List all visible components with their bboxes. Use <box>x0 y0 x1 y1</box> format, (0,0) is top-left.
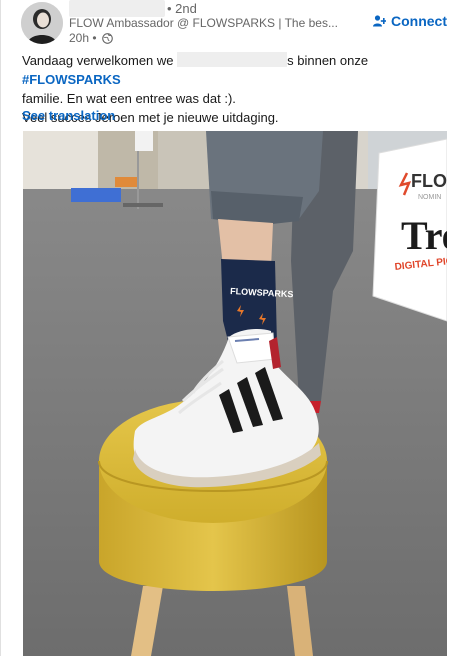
avatar-photo <box>21 2 63 44</box>
post-text-line2: familie. En wat een entree was dat :). <box>22 91 236 106</box>
redacted-name <box>177 52 288 67</box>
see-translation-link[interactable]: See translation <box>22 108 115 123</box>
author-avatar[interactable] <box>21 2 63 44</box>
post-photo[interactable]: FLO NOMIN Tre DIGITAL PIONEER FLOWSPARKS <box>23 131 447 656</box>
globe-icon <box>101 32 113 44</box>
post-text-line1b: s binnen onze <box>287 53 369 68</box>
post-time: 20h • <box>69 31 97 45</box>
connect-label: Connect <box>391 13 447 29</box>
add-person-icon <box>373 15 386 27</box>
author-name-redacted[interactable] <box>69 0 165 17</box>
banner-logo: FLO <box>411 171 447 191</box>
shoe-on-stool-photo: FLO NOMIN Tre DIGITAL PIONEER FLOWSPARKS <box>23 131 447 656</box>
connect-button[interactable]: Connect <box>373 13 447 29</box>
banner-big-text: Tre <box>401 213 447 258</box>
hashtag-link[interactable]: #FLOWSPARKS <box>22 72 121 87</box>
linkedin-post: • 2nd FLOW Ambassador @ FLOWSPARKS | The… <box>0 0 452 656</box>
connection-degree: • 2nd <box>167 1 197 16</box>
post-meta: 20h • <box>69 31 113 45</box>
author-headline: FLOW Ambassador @ FLOWSPARKS | The bes..… <box>69 16 338 30</box>
banner-sub: NOMIN <box>418 194 441 201</box>
post-text-line1a: Vandaag verwelkomen we <box>22 53 174 68</box>
